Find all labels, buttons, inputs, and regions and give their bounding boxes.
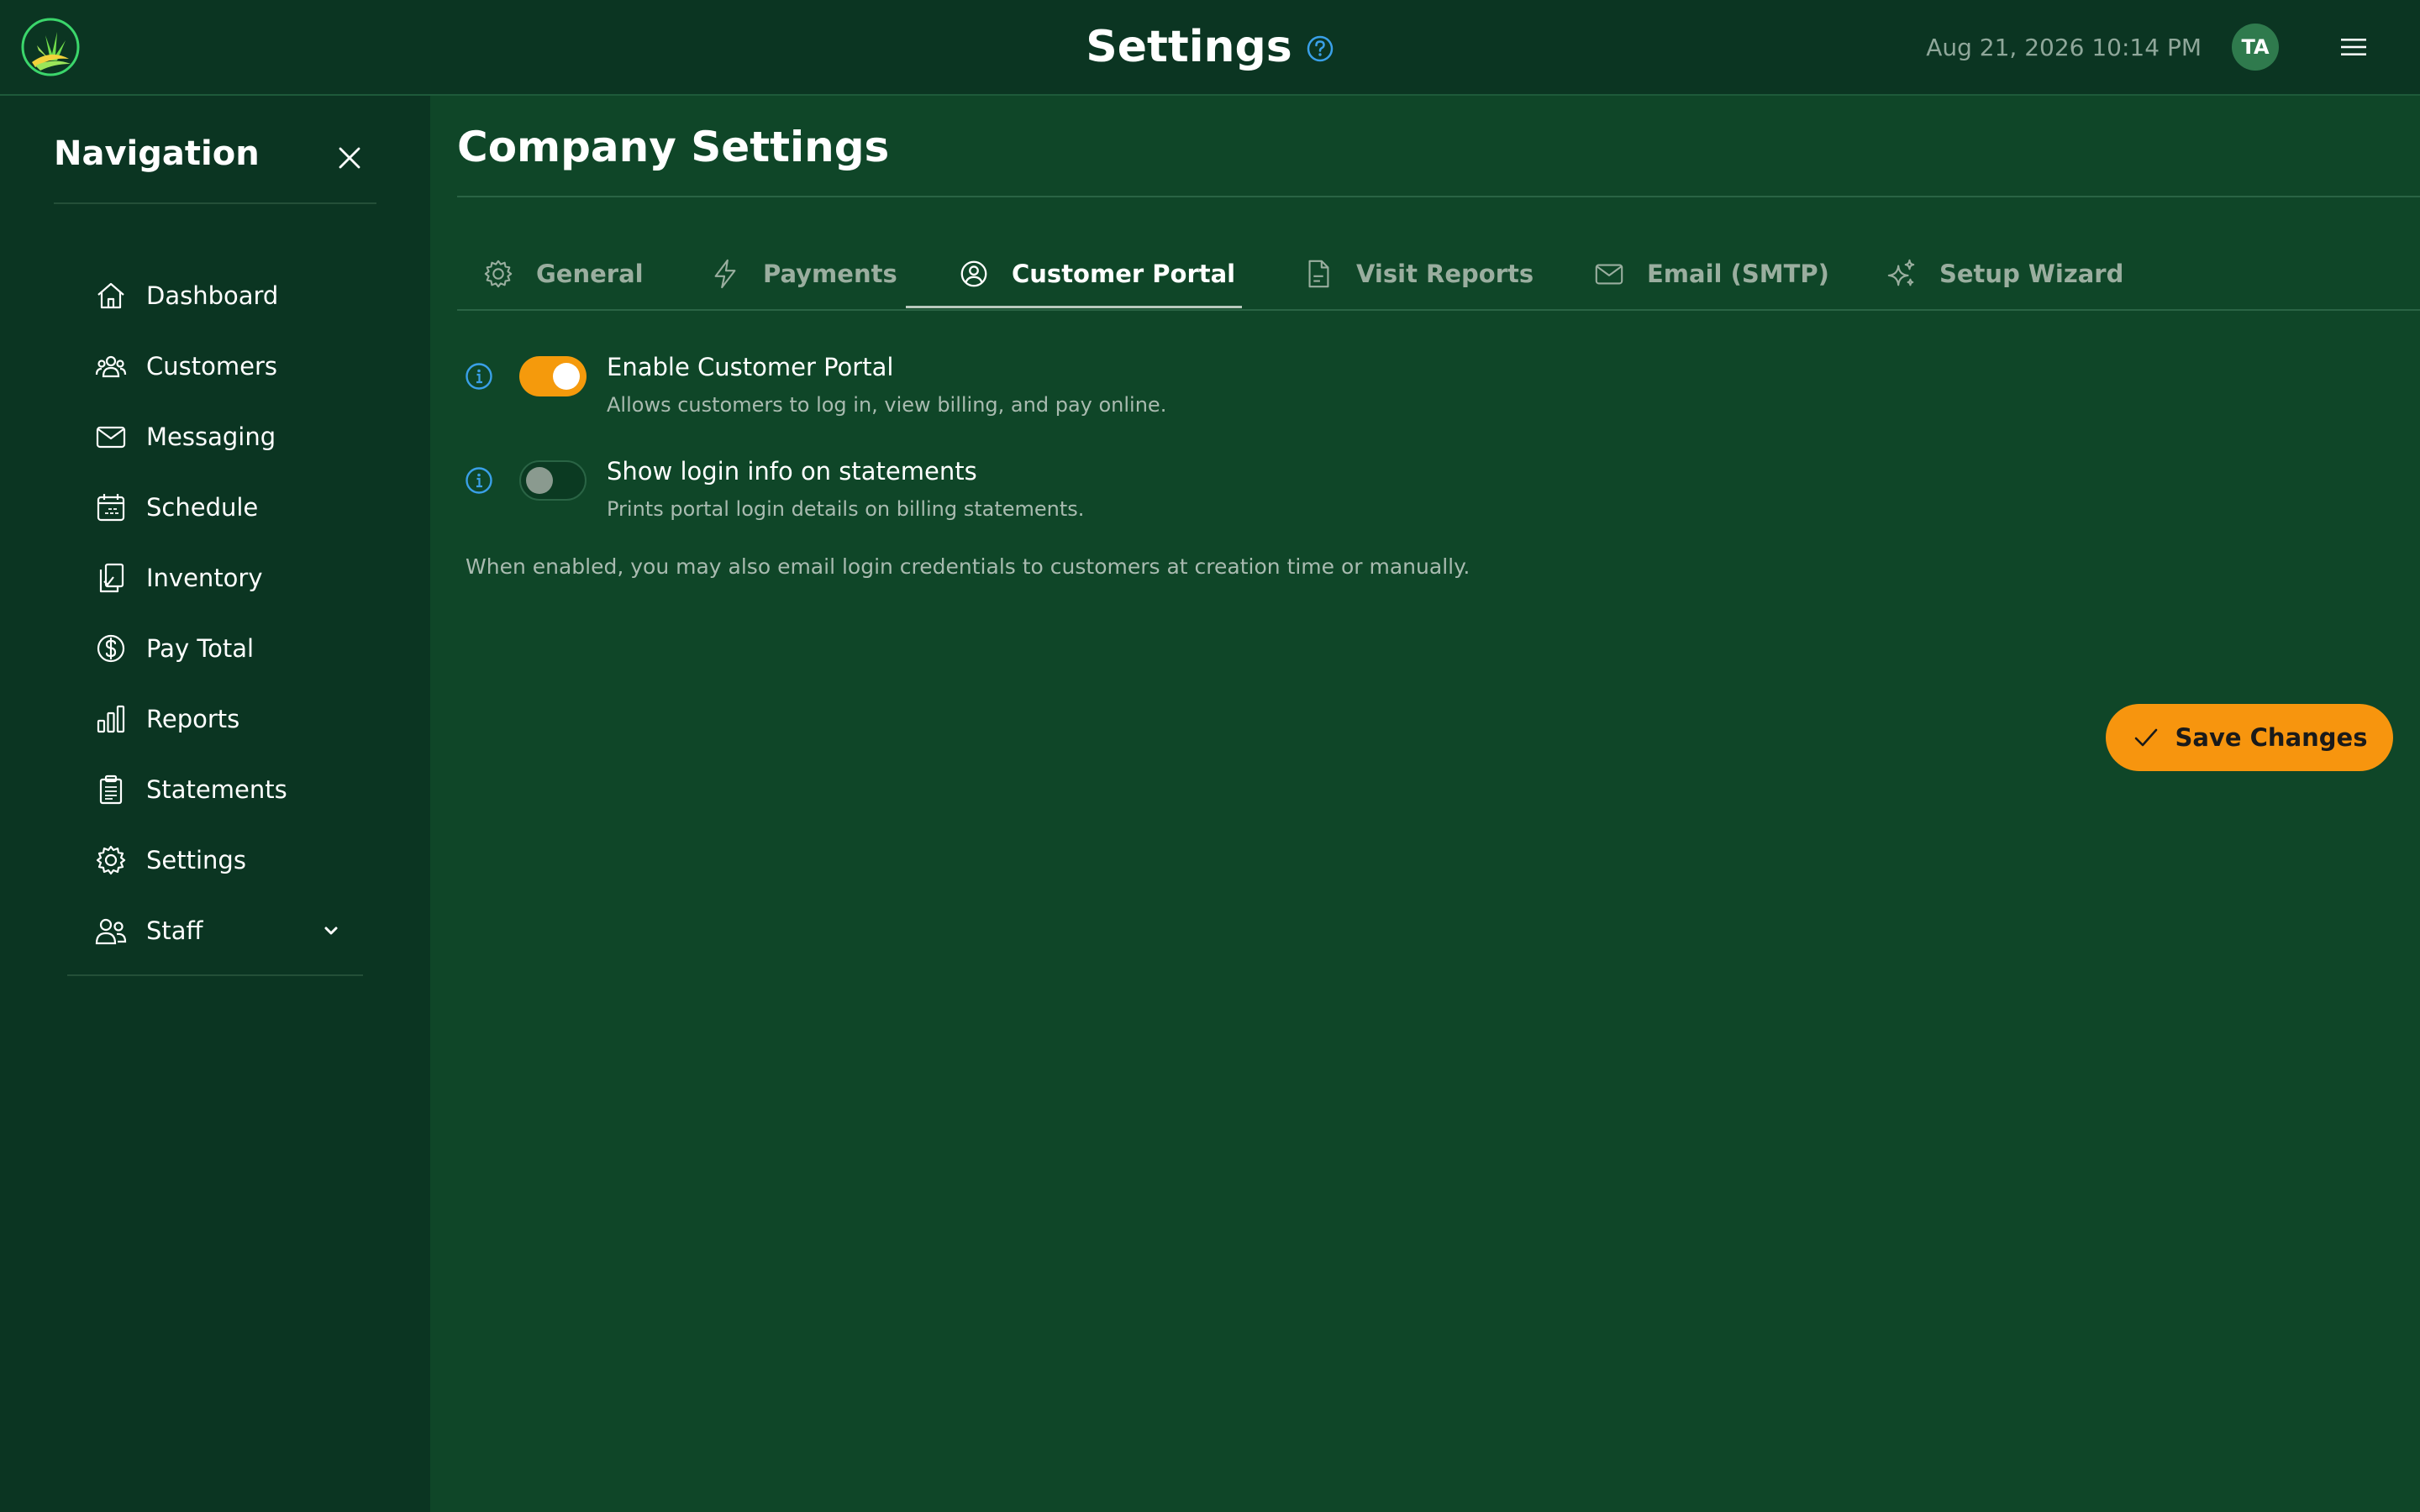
users-icon [95,355,127,378]
user-avatar[interactable]: TA [2232,24,2279,71]
sidebar-item-staff[interactable]: Staff [94,895,363,966]
sidebar-item-label: Pay Total [146,634,255,663]
check-icon [2134,728,2157,747]
lightning-icon [714,259,736,289]
app-root: Settings Aug 21, 2026 10:14 PM TA Naviga… [0,0,2420,1512]
user-circle-icon [960,260,987,287]
home-icon [97,282,124,309]
top-header: Settings Aug 21, 2026 10:14 PM TA [0,0,2420,96]
gear-icon [96,845,126,875]
tab-general[interactable]: General [482,239,644,309]
tab-label: General [536,260,644,288]
sidebar-item-schedule[interactable]: Schedule [94,472,363,543]
calendar-icon [97,494,125,522]
sidebar-item-reports[interactable]: Reports [94,684,363,754]
info-icon[interactable] [464,361,494,391]
sidebar-item-label: Reports [146,705,240,733]
sidebar-item-label: Inventory [146,564,263,592]
tab-label: Customer Portal [1012,260,1236,288]
page-title: Company Settings [457,123,890,171]
navigation-sidebar: Navigation Dashboard Customers Messaging… [0,96,430,1512]
settings-tabs: General Payments Customer Portal Visit R… [457,239,2420,311]
envelope-icon [1595,264,1623,285]
setting-description: Allows customers to log in, view billing… [607,393,1167,417]
sidebar-item-label: Messaging [146,423,276,451]
sidebar-item-pay-total[interactable]: Pay Total [94,613,363,684]
chevron-down-icon[interactable] [319,919,343,942]
sparkles-icon [1887,259,1915,286]
sidebar-divider [67,974,363,976]
sidebar-item-label: Staff [146,916,203,945]
tab-setup-wizard[interactable]: Setup Wizard [1886,239,2123,309]
clipboard-check-icon [99,563,124,593]
toggle-knob [553,363,580,390]
setting-label: Enable Customer Portal [607,353,894,381]
setting-enable-customer-portal: Enable Customer Portal Allows customers … [464,351,1976,427]
tab-visit-reports[interactable]: Visit Reports [1302,239,1534,309]
sidebar-item-label: Customers [146,352,277,381]
tab-label: Email (SMTP) [1647,260,1829,288]
page-header-title: Settings [1086,22,1292,72]
show-login-info-toggle[interactable] [519,460,587,501]
sidebar-item-customers[interactable]: Customers [94,331,363,402]
tab-payments[interactable]: Payments [709,239,897,309]
toggle-knob [526,467,553,494]
tab-label: Visit Reports [1356,260,1534,288]
help-circle-icon[interactable] [1306,34,1334,63]
sidebar-item-settings[interactable]: Settings [94,825,363,895]
close-icon[interactable] [334,143,365,173]
setting-description: Prints portal login details on billing s… [607,497,1085,521]
sidebar-item-dashboard[interactable]: Dashboard [94,260,363,331]
enable-portal-toggle[interactable] [519,356,587,396]
main-content: Company Settings General Payments Custom… [430,96,2420,1512]
gear-icon [484,260,513,288]
sidebar-item-label: Settings [146,846,246,874]
tab-customer-portal[interactable]: Customer Portal [958,239,1235,309]
sidebar-item-label: Statements [146,775,287,804]
bar-chart-icon [97,705,125,733]
sidebar-item-messaging[interactable]: Messaging [94,402,363,472]
sidebar-item-statements[interactable]: Statements [94,754,363,825]
hamburger-menu-icon[interactable] [2338,32,2369,62]
document-icon [1308,260,1329,288]
tab-label: Payments [763,260,897,288]
sidebar-item-label: Schedule [146,493,259,522]
sidebar-item-inventory[interactable]: Inventory [94,543,363,613]
staff-icon [95,918,127,945]
setting-label: Show login info on statements [607,457,977,486]
save-changes-button[interactable]: Save Changes [2106,704,2393,771]
sidebar-item-label: Dashboard [146,281,279,310]
sidebar-title: Navigation [54,134,260,173]
document-list-icon [99,774,123,805]
title-divider [457,196,2420,197]
info-icon[interactable] [464,465,494,496]
save-button-label: Save Changes [2175,723,2368,752]
current-datetime: Aug 21, 2026 10:14 PM [1926,33,2202,61]
portal-footnote: When enabled, you may also email login c… [466,554,1470,579]
mail-icon [96,426,126,449]
tab-email-smtp[interactable]: Email (SMTP) [1593,239,1829,309]
tab-label: Setup Wizard [1939,260,2124,288]
dollar-circle-icon [97,634,125,663]
sidebar-divider [54,202,376,204]
sidebar-nav-list: Dashboard Customers Messaging Schedule I… [94,260,363,966]
setting-show-login-info: Show login info on statements Prints por… [464,455,1976,531]
active-tab-indicator [906,306,1242,308]
